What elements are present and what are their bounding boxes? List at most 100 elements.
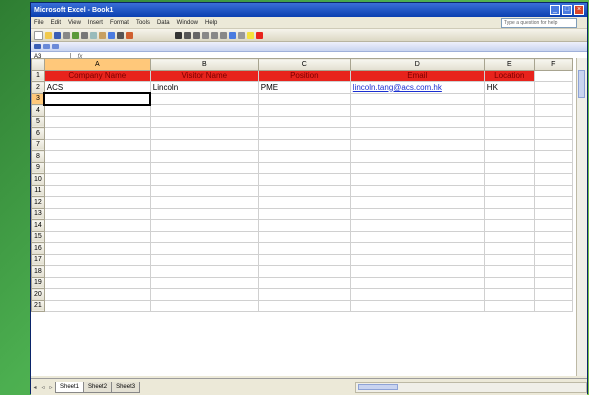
table-cell[interactable]: [483, 138, 535, 151]
table-cell[interactable]: [149, 207, 259, 220]
cell-e2[interactable]: HK: [483, 81, 535, 94]
horizontal-scrollbar[interactable]: [355, 381, 587, 393]
table-cell[interactable]: [257, 161, 351, 174]
row-header[interactable]: 9: [31, 161, 45, 174]
table-cell[interactable]: [149, 196, 259, 209]
table-cell[interactable]: [483, 230, 535, 243]
cell-b1[interactable]: Visitor Name: [149, 69, 259, 82]
row-header[interactable]: 15: [31, 230, 45, 243]
table-cell[interactable]: [349, 299, 485, 312]
table-cell[interactable]: [533, 150, 573, 163]
table-cell[interactable]: [43, 184, 151, 197]
table-cell[interactable]: [149, 265, 259, 278]
table-cell[interactable]: [149, 253, 259, 266]
align-center-icon[interactable]: [211, 31, 218, 39]
table-cell[interactable]: [483, 265, 535, 278]
row-header[interactable]: 10: [31, 173, 45, 186]
table-cell[interactable]: [533, 161, 573, 174]
paste-icon[interactable]: [99, 31, 106, 39]
table-cell[interactable]: [483, 115, 535, 128]
table-cell[interactable]: [533, 219, 573, 232]
table-cell[interactable]: [533, 92, 573, 105]
table-cell[interactable]: [533, 138, 573, 151]
reviewing-icon[interactable]: [34, 44, 41, 49]
table-cell[interactable]: [483, 161, 535, 174]
table-cell[interactable]: [43, 173, 151, 186]
table-cell[interactable]: [43, 150, 151, 163]
table-cell[interactable]: [483, 299, 535, 312]
cell-c2[interactable]: PME: [257, 81, 351, 94]
table-cell[interactable]: [257, 92, 351, 105]
table-cell[interactable]: [533, 127, 573, 140]
table-cell[interactable]: [149, 299, 259, 312]
row-header[interactable]: 14: [31, 219, 45, 232]
close-icon[interactable]: ×: [574, 5, 584, 15]
table-cell[interactable]: [349, 288, 485, 301]
copy-icon[interactable]: [90, 31, 97, 39]
table-cell[interactable]: [349, 173, 485, 186]
row-header[interactable]: 20: [31, 288, 45, 301]
table-cell[interactable]: [149, 173, 259, 186]
tab-sheet2[interactable]: Sheet2: [83, 381, 113, 393]
table-cell[interactable]: [349, 115, 485, 128]
cell-d2[interactable]: lincoln.tang@acs.com.hk: [349, 81, 485, 94]
table-cell[interactable]: [257, 127, 351, 140]
table-cell[interactable]: [483, 276, 535, 289]
table-cell[interactable]: [349, 276, 485, 289]
table-cell[interactable]: [257, 150, 351, 163]
table-cell[interactable]: [149, 219, 259, 232]
table-cell[interactable]: [349, 127, 485, 140]
next-sheet-icon[interactable]: ▹: [49, 384, 52, 391]
column-header-e[interactable]: E: [483, 58, 535, 71]
row-header[interactable]: 2: [31, 81, 45, 94]
row-header[interactable]: 1: [31, 69, 45, 82]
table-cell[interactable]: [43, 230, 151, 243]
table-cell[interactable]: [533, 253, 573, 266]
cut-icon[interactable]: [81, 31, 88, 39]
align-right-icon[interactable]: [220, 31, 227, 39]
table-cell[interactable]: [349, 150, 485, 163]
table-cell[interactable]: [483, 92, 535, 105]
menu-data[interactable]: Data: [157, 20, 170, 26]
menu-help[interactable]: Help: [205, 20, 217, 26]
table-cell[interactable]: [257, 265, 351, 278]
table-cell[interactable]: [43, 219, 151, 232]
table-cell[interactable]: [43, 161, 151, 174]
row-header[interactable]: 3: [31, 92, 45, 105]
table-cell[interactable]: [149, 230, 259, 243]
table-cell[interactable]: [257, 104, 351, 117]
table-cell[interactable]: [533, 230, 573, 243]
table-cell[interactable]: [257, 276, 351, 289]
table-cell[interactable]: [483, 104, 535, 117]
select-all-corner[interactable]: [31, 58, 45, 71]
column-header-c[interactable]: C: [257, 58, 351, 71]
horizontal-scroll-thumb[interactable]: [358, 383, 398, 390]
table-cell[interactable]: [533, 196, 573, 209]
table-cell[interactable]: [533, 265, 573, 278]
cell-f2[interactable]: [533, 81, 573, 94]
table-cell[interactable]: [533, 242, 573, 255]
row-header[interactable]: 5: [31, 115, 45, 128]
table-cell[interactable]: [349, 242, 485, 255]
table-cell[interactable]: [349, 253, 485, 266]
table-cell[interactable]: [349, 219, 485, 232]
column-header-b[interactable]: B: [149, 58, 259, 71]
table-cell[interactable]: [533, 104, 573, 117]
table-cell[interactable]: [43, 115, 151, 128]
table-cell[interactable]: [533, 184, 573, 197]
undo-icon[interactable]: [108, 31, 115, 39]
table-cell[interactable]: [43, 207, 151, 220]
row-header[interactable]: 18: [31, 265, 45, 278]
table-cell[interactable]: [149, 115, 259, 128]
row-header[interactable]: 12: [31, 196, 45, 209]
cell-c1[interactable]: Position: [257, 69, 351, 82]
column-header-a[interactable]: A: [43, 58, 151, 71]
table-cell[interactable]: [533, 276, 573, 289]
email-link[interactable]: lincoln.tang@acs.com.hk: [353, 83, 442, 92]
merge-icon[interactable]: [229, 31, 236, 39]
table-cell[interactable]: [257, 242, 351, 255]
vertical-scroll-thumb[interactable]: [578, 70, 585, 98]
table-cell[interactable]: [43, 127, 151, 140]
table-cell[interactable]: [257, 196, 351, 209]
table-cell[interactable]: [533, 115, 573, 128]
